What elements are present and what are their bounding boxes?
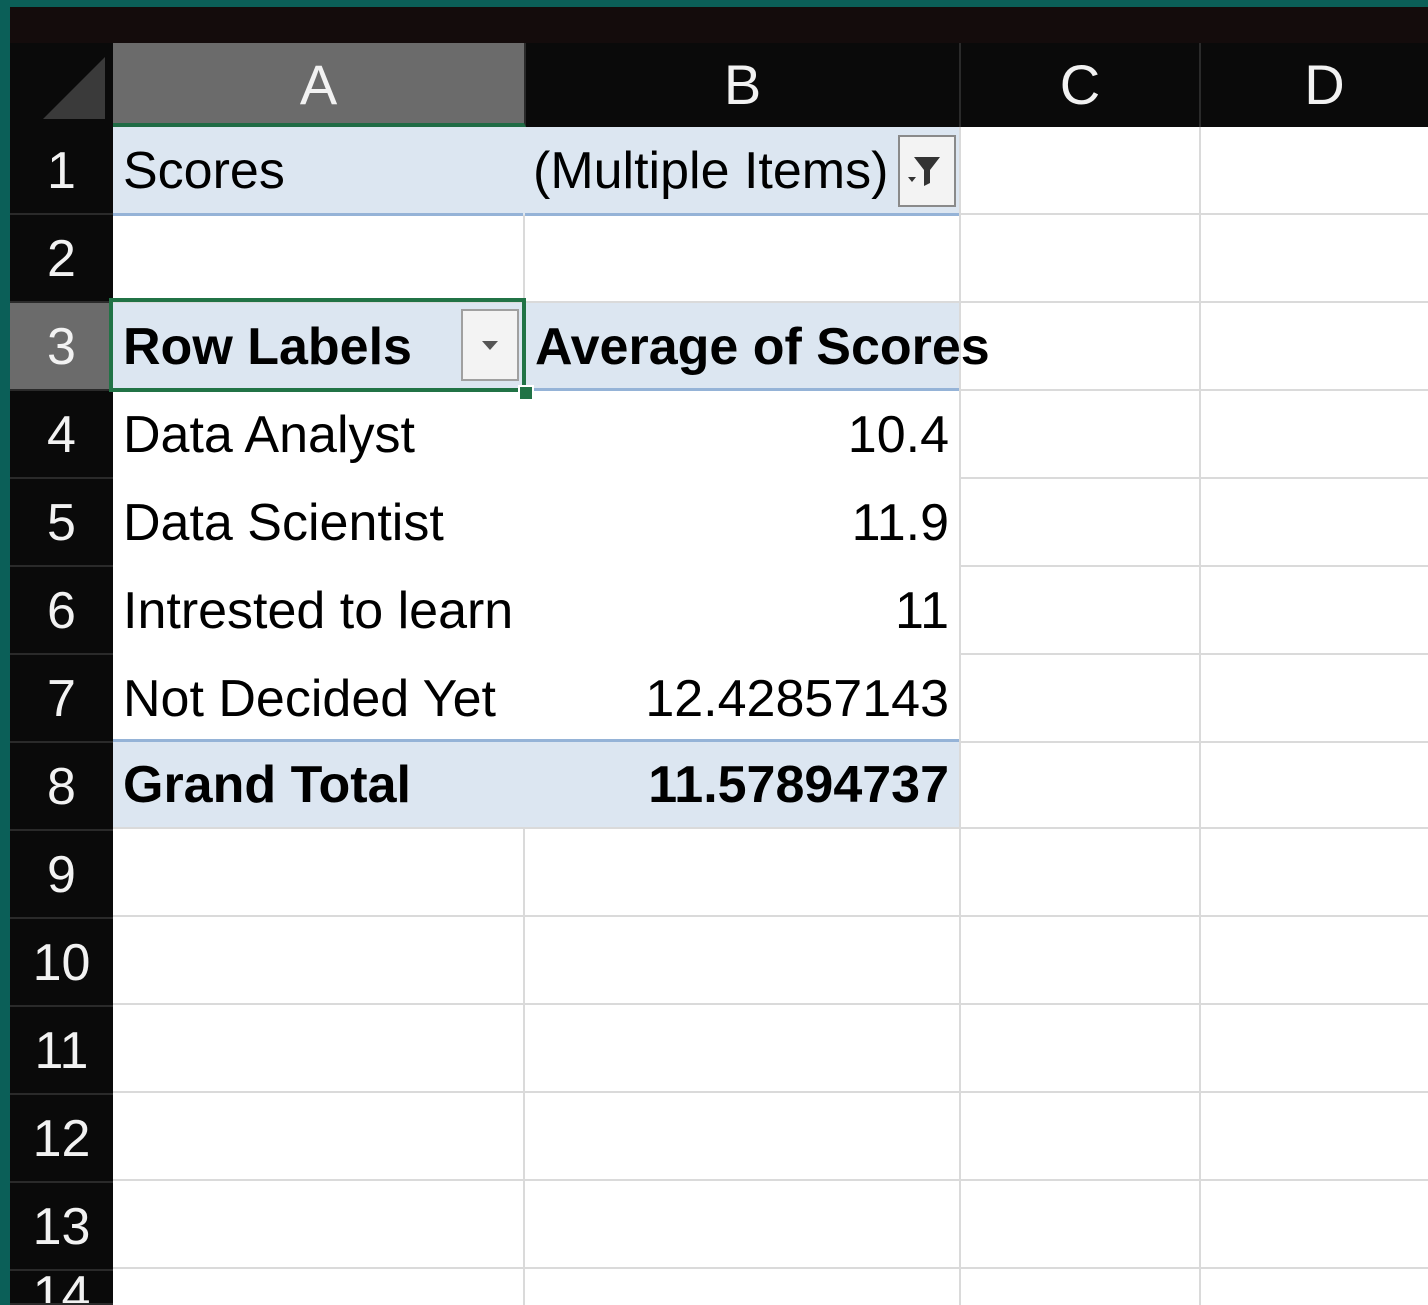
cell-b4[interactable]: 10.4 (533, 391, 949, 479)
cell-a1[interactable]: Scores (123, 127, 285, 215)
column-header-d[interactable]: D (1201, 43, 1428, 127)
row-header-14[interactable]: 14 (10, 1271, 113, 1305)
column-header-b[interactable]: B (526, 43, 961, 127)
gridline (961, 653, 1428, 655)
gridline (113, 1091, 1428, 1093)
row-header-5[interactable]: 5 (10, 479, 113, 567)
row-header-2[interactable]: 2 (10, 215, 113, 303)
window-frame-top (0, 0, 1428, 7)
cell-b8[interactable]: 11.57894737 (533, 741, 949, 829)
cell-a5[interactable]: Data Scientist (123, 479, 444, 567)
row-header-9[interactable]: 9 (10, 831, 113, 919)
gridline (113, 1179, 1428, 1181)
row-header-10[interactable]: 10 (10, 919, 113, 1007)
gridline (961, 389, 1428, 391)
gridline (113, 1003, 1428, 1005)
cell-b5[interactable]: 11.9 (533, 479, 949, 567)
row-header-4[interactable]: 4 (10, 391, 113, 479)
fill-handle[interactable] (518, 385, 534, 401)
pivot-filter-button[interactable] (898, 135, 956, 207)
gridline (961, 741, 1428, 743)
gridline (961, 477, 1428, 479)
cell-a8[interactable]: Grand Total (123, 741, 411, 829)
column-headers: A B C D (10, 43, 1428, 127)
cell-b3[interactable]: Average of Scores (535, 303, 990, 391)
cell-b1[interactable]: (Multiple Items) (533, 127, 888, 215)
row-header-13[interactable]: 13 (10, 1183, 113, 1271)
cell-a4[interactable]: Data Analyst (123, 391, 415, 479)
select-all-corner[interactable] (10, 43, 113, 127)
gridline (523, 127, 525, 215)
cell-b7[interactable]: 12.42857143 (533, 655, 949, 743)
gridline (113, 1267, 1428, 1269)
row-header-12[interactable]: 12 (10, 1095, 113, 1183)
gridline (523, 215, 525, 303)
row-header-7[interactable]: 7 (10, 655, 113, 743)
gridline (113, 915, 1428, 917)
gridline (1199, 127, 1201, 1305)
column-header-c[interactable]: C (961, 43, 1201, 127)
cell-b6[interactable]: 11 (533, 567, 949, 655)
window-frame-left (0, 0, 10, 1305)
column-header-a[interactable]: A (113, 43, 526, 127)
row-header-3[interactable]: 3 (10, 303, 113, 391)
row-header-1[interactable]: 1 (10, 127, 113, 215)
gridline (961, 565, 1428, 567)
cell-a6[interactable]: Intrested to learn (123, 567, 513, 655)
active-cell-selection (109, 298, 526, 392)
row-header-8[interactable]: 8 (10, 743, 113, 831)
formula-bar-area (10, 7, 1428, 43)
cell-a7[interactable]: Not Decided Yet (123, 655, 496, 743)
worksheet-grid[interactable]: Scores (Multiple Items) Row Labels Avera… (109, 127, 1428, 1305)
gridline (961, 301, 1428, 303)
gridline (523, 829, 525, 1305)
row-header-11[interactable]: 11 (10, 1007, 113, 1095)
filter-funnel-icon (908, 157, 940, 186)
select-all-icon (43, 57, 105, 119)
gridline (961, 213, 1428, 215)
row-header-6[interactable]: 6 (10, 567, 113, 655)
